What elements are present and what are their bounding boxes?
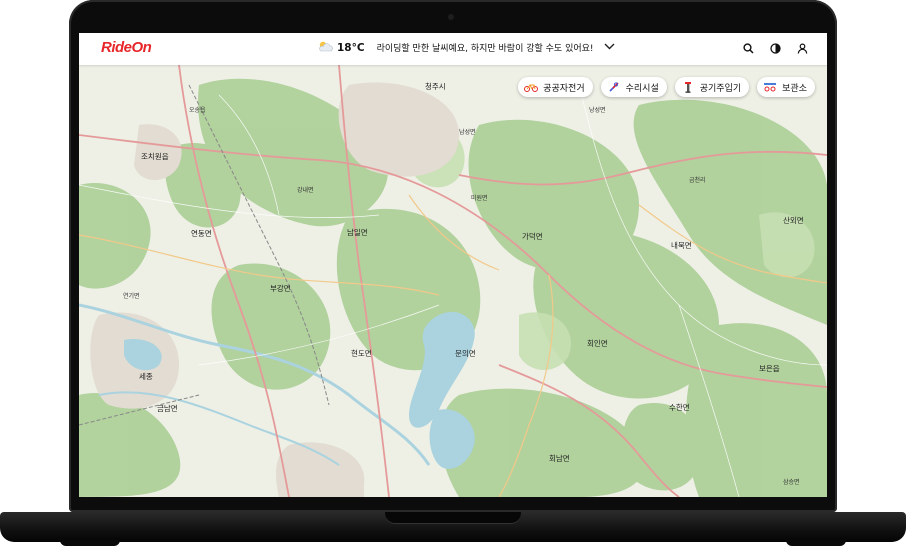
weather-message: 라이딩할 만한 날씨예요, 하지만 바람이 강할 수도 있어요! (376, 44, 594, 54)
search-icon[interactable] (741, 41, 755, 55)
bicycle-icon (524, 81, 539, 93)
air-pump-icon (681, 81, 695, 93)
map-place-label: 낭성면 (589, 107, 606, 114)
map-place-label: 현도면 (351, 349, 372, 358)
map-place-label: 조치원읍 (141, 152, 169, 161)
filter-label: 수리시설 (625, 83, 659, 94)
map-place-label: 회인면 (587, 339, 608, 348)
filter-repair-shop[interactable]: 수리시설 (600, 77, 667, 97)
map-place-label: 오송읍 (189, 107, 206, 114)
map-place-label: 남일면 (347, 228, 368, 237)
map-place-label: 회남면 (549, 454, 570, 463)
chevron-down-icon[interactable] (604, 42, 615, 53)
map-canvas (79, 64, 827, 497)
map-place-label: 남성면 (459, 129, 476, 136)
map-place-label: 가덕면 (522, 232, 543, 241)
laptop-notch (385, 512, 521, 524)
map-place-label: 내북면 (671, 241, 692, 250)
map-place-label: 미원면 (471, 195, 488, 202)
filter-air-pump[interactable]: 공기주입기 (674, 77, 750, 97)
filter-public-bike[interactable]: 공공자전거 (518, 77, 593, 97)
filter-label: 공공자전거 (543, 83, 585, 94)
laptop-foot (60, 540, 120, 546)
theme-toggle-icon[interactable] (768, 41, 782, 55)
camera-icon (448, 14, 454, 20)
map-place-label: 세종 (139, 372, 153, 381)
facility-filter-bar: 공공자전거 수리시설 공기주입기 보관소 (518, 77, 815, 97)
map-place-label: 수한면 (669, 403, 690, 412)
partly-cloudy-icon (317, 40, 333, 55)
weather-banner[interactable]: 18°C 라이딩할 만한 날씨예요, 하지만 바람이 강할 수도 있어요! (317, 40, 615, 55)
app-screen: RideOn 18°C 라이딩할 만한 날씨예요, 하지만 바람이 강할 수도 … (79, 33, 827, 497)
map-place-label: 보은읍 (759, 364, 780, 373)
map-place-label: 산외면 (783, 216, 804, 225)
filter-bike-storage[interactable]: 보관소 (757, 77, 815, 97)
top-bar: RideOn 18°C 라이딩할 만한 날씨예요, 하지만 바람이 강할 수도 … (79, 33, 827, 65)
bike-storage-icon (763, 81, 777, 93)
filter-label: 보관소 (782, 83, 807, 94)
logo[interactable]: RideOn (101, 39, 152, 56)
map-place-label: 강내면 (297, 187, 314, 194)
map-place-label: 청주시 (425, 82, 446, 91)
temperature: 18°C (337, 41, 365, 54)
laptop-foot (786, 540, 846, 546)
map-place-label: 삼승면 (783, 479, 800, 486)
map-place-label: 문의면 (455, 349, 476, 358)
map-place-label: 연기면 (123, 293, 140, 300)
map-place-label: 연동면 (191, 229, 212, 238)
wrench-icon (607, 81, 621, 93)
map-place-label: 부강면 (270, 284, 291, 293)
filter-label: 공기주입기 (699, 83, 742, 94)
user-icon[interactable] (795, 41, 809, 55)
map-place-label: 금천리 (689, 177, 706, 184)
map-view[interactable]: 청주시 조치원읍 연동면 세종 금남면 부강면 현도면 가덕면 남일면 문의면 … (79, 64, 827, 497)
map-place-label: 금남면 (157, 404, 178, 413)
